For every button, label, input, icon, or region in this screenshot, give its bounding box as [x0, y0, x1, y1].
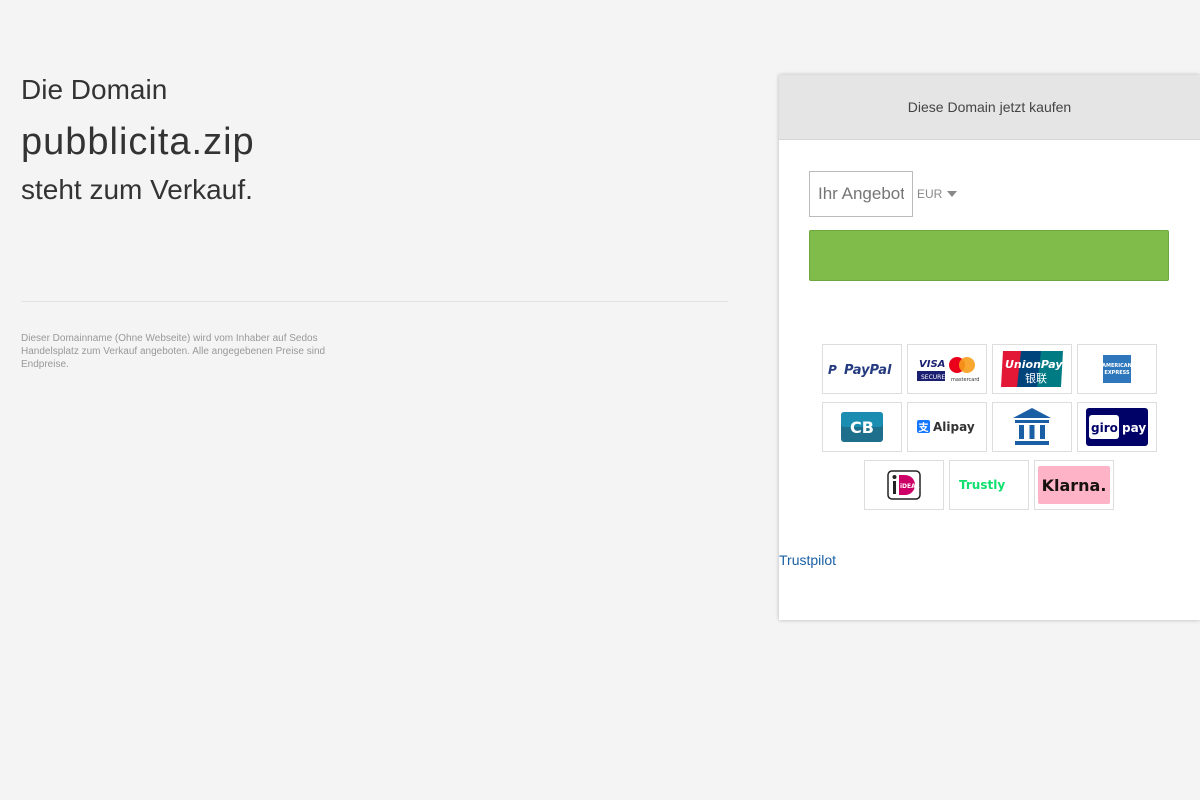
giropay-pay-text: pay	[1122, 421, 1146, 435]
buy-button[interactable]	[809, 230, 1169, 281]
trustly-logo: Trustly	[949, 460, 1029, 510]
giro-text: giro	[1091, 421, 1118, 435]
bank-icon	[991, 402, 1072, 452]
offer-row: EUR	[809, 171, 958, 217]
svg-text:P: P	[828, 363, 837, 377]
currency-label: EUR	[917, 187, 943, 201]
svg-text:支: 支	[917, 421, 929, 434]
cb-text: CB	[850, 418, 874, 437]
mastercard-text: mastercard	[951, 377, 979, 383]
unionpay-cn-text: 银联	[1025, 371, 1047, 385]
visa-mastercard-logo: VISA SECURE mastercard	[906, 344, 987, 394]
cb-logo: CB	[821, 402, 902, 452]
visa-secure-text: SECURE	[921, 374, 945, 381]
payment-row: CB 支 Alipay giro pay	[815, 402, 1163, 452]
paypal-text: PayPal	[844, 363, 892, 378]
trustly-text: Trustly	[959, 478, 1005, 492]
giropay-logo: giro pay	[1076, 402, 1157, 452]
alipay-logo: 支 Alipay	[906, 402, 987, 452]
svg-text:AMERICAN: AMERICAN	[1103, 363, 1131, 369]
trustpilot-link[interactable]: Trustpilot	[779, 552, 836, 568]
unionpay-logo: UnionPay 银联	[991, 344, 1072, 394]
paypal-logo: P PayPal	[821, 344, 902, 394]
payment-row: P PayPal VISA SECURE mastercard UnionPay…	[815, 344, 1163, 394]
amex-logo: AMERICAN EXPRESS AMERICAN EXPRESS	[1076, 344, 1157, 394]
offer-input[interactable]	[809, 171, 913, 217]
alipay-text: Alipay	[933, 420, 975, 434]
domain-name: pubblicita.zip	[21, 121, 255, 163]
caret-down-icon	[947, 191, 958, 197]
sale-line: steht zum Verkauf.	[21, 174, 253, 205]
buy-panel: Diese Domain jetzt kaufen EUR P PayPal V…	[779, 75, 1200, 620]
visa-text: VISA	[919, 359, 945, 370]
intro-line: Die Domain	[21, 74, 168, 105]
domain-intro: Die Domain pubblicita.zip steht zum Verk…	[21, 72, 728, 208]
currency-select[interactable]: EUR	[917, 187, 958, 201]
klarna-logo: Klarna.	[1034, 460, 1114, 510]
ideal-text: iDEAL	[900, 483, 920, 490]
divider	[21, 301, 728, 302]
disclaimer-text: Dieser Domainname (Ohne Webseite) wird v…	[21, 333, 326, 370]
panel-title: Diese Domain jetzt kaufen	[779, 75, 1200, 140]
ideal-logo: iDEAL	[864, 460, 944, 510]
klarna-text: Klarna.	[1042, 476, 1107, 495]
svg-text:EXPRESS: EXPRESS	[1104, 370, 1130, 376]
payment-row: iDEAL Trustly Klarna.	[815, 460, 1163, 510]
payment-methods: P PayPal VISA SECURE mastercard UnionPay…	[815, 344, 1163, 518]
unionpay-text: UnionPay	[1005, 358, 1063, 371]
